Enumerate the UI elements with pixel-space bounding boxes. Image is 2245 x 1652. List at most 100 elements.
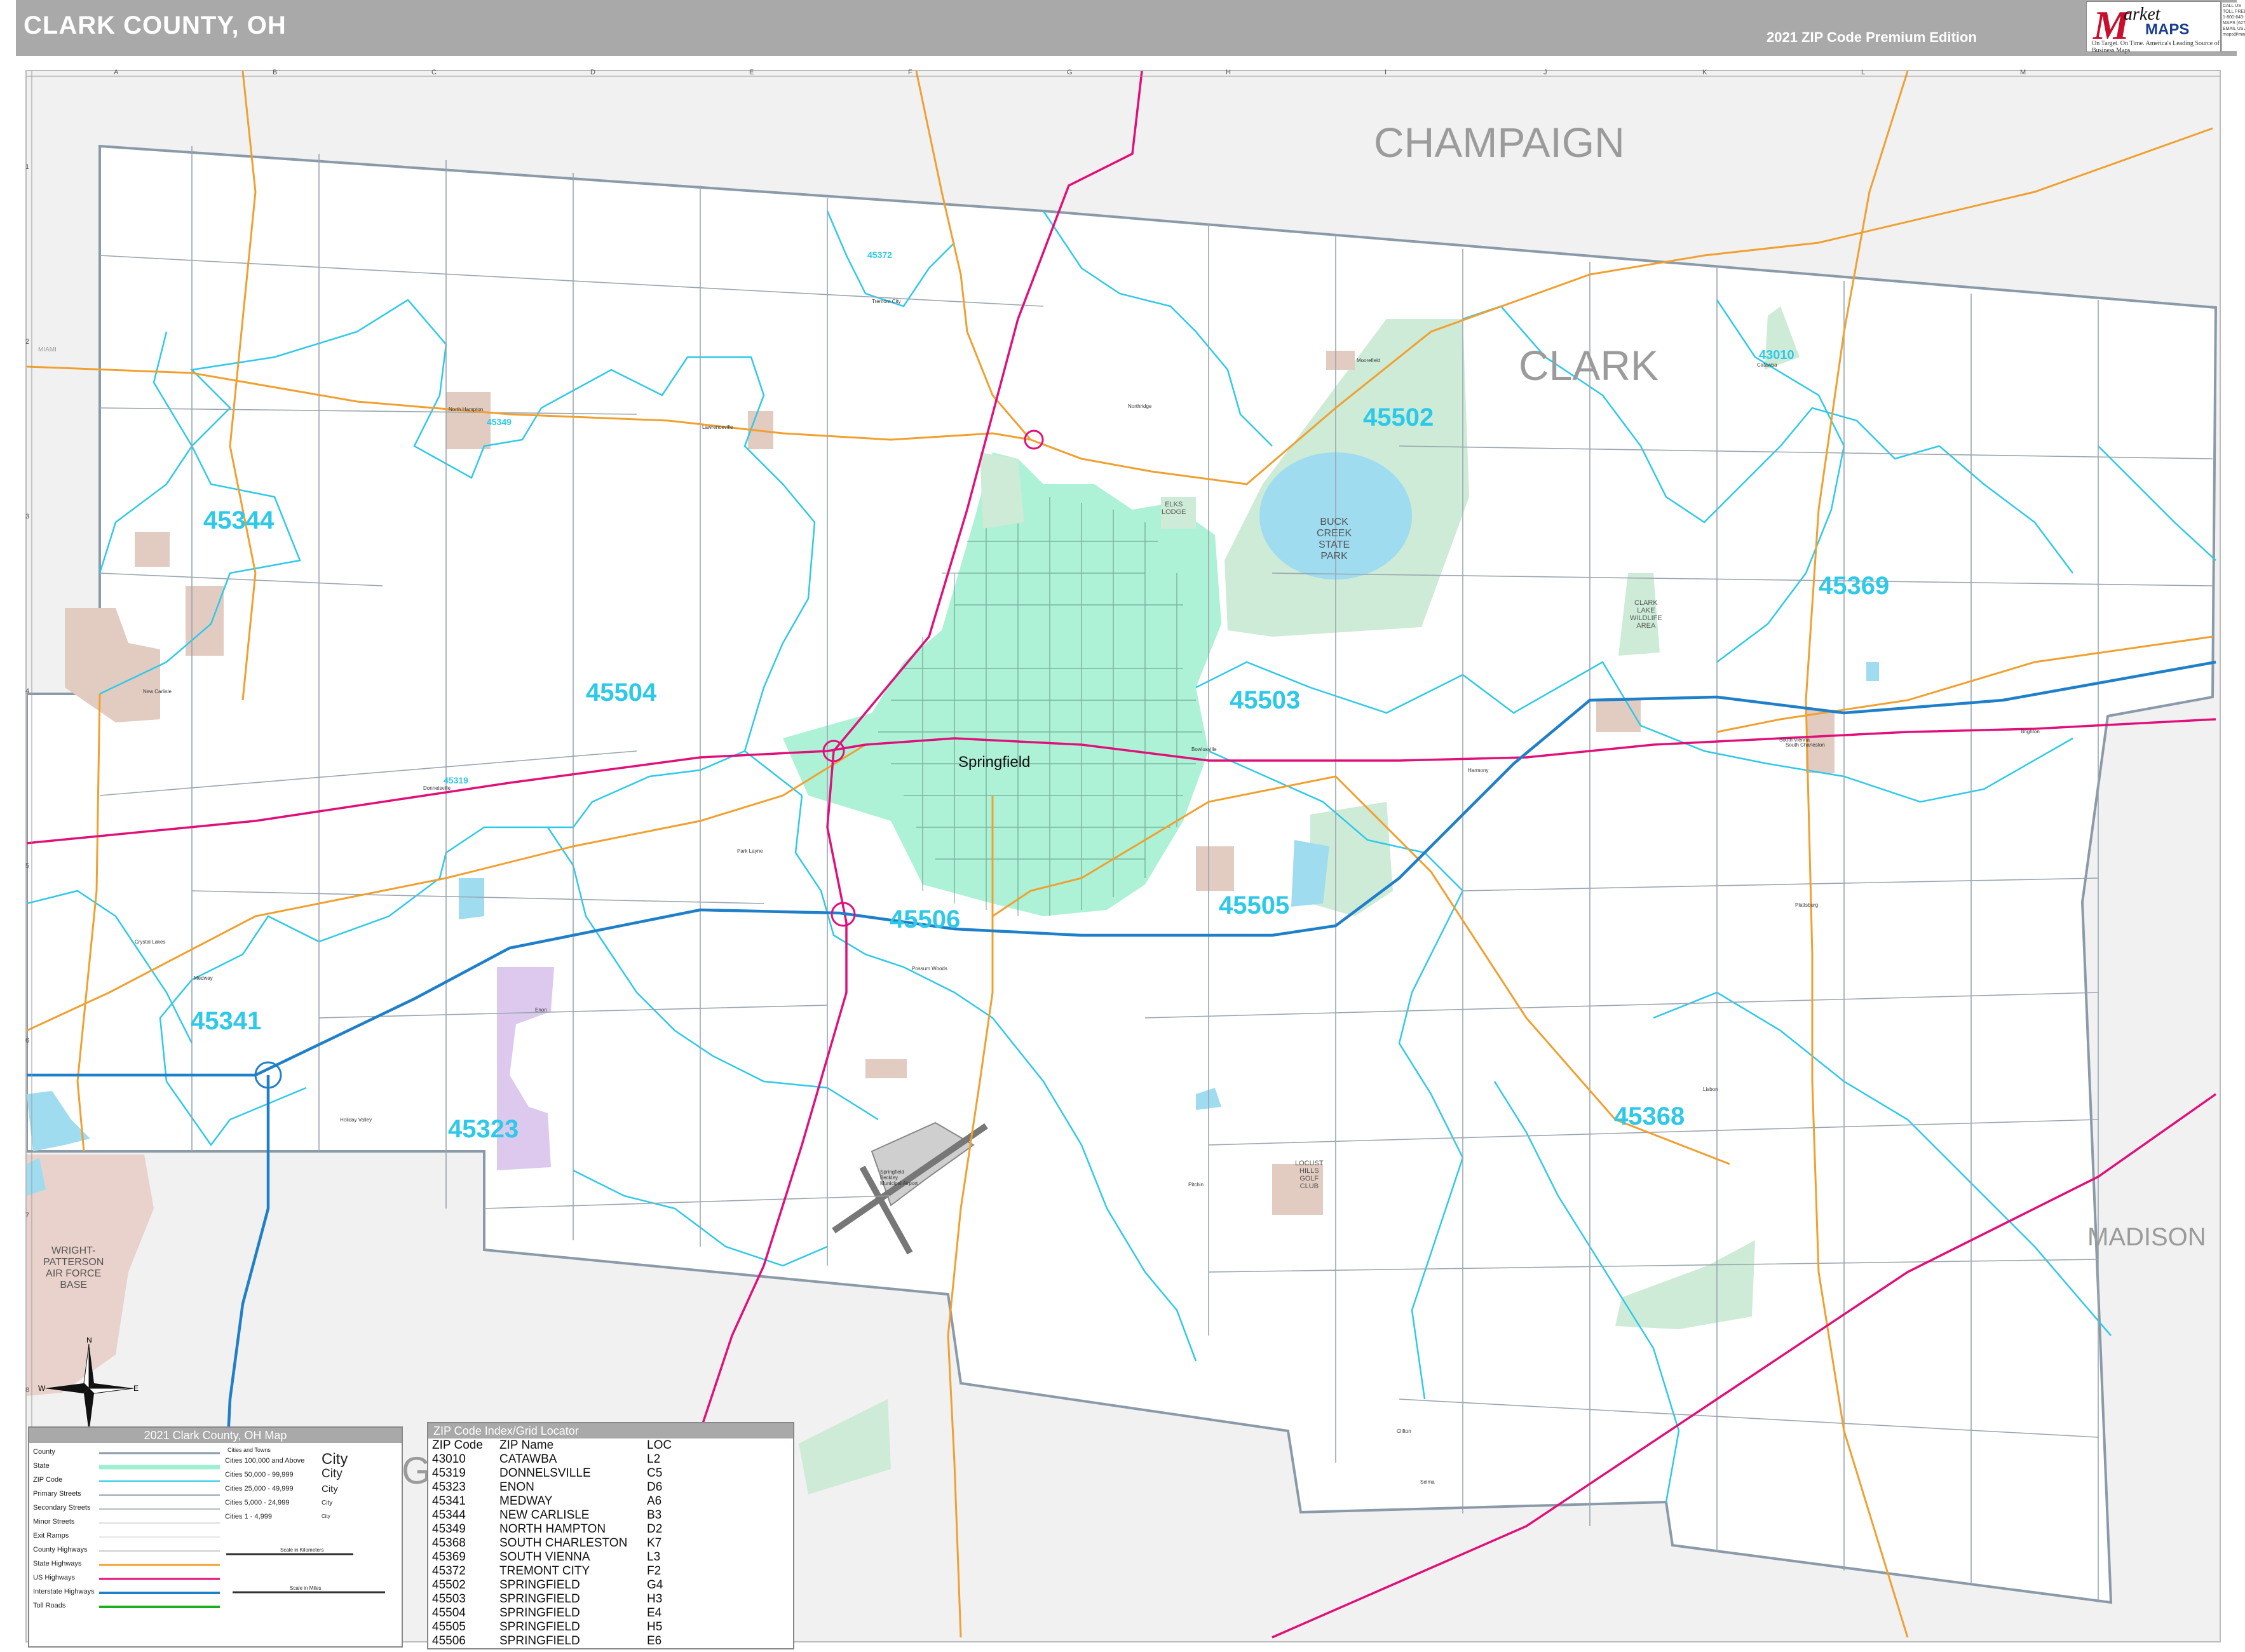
grid-letter: J	[1543, 69, 1547, 76]
zip-name-cell: SOUTH VIENNA	[499, 1550, 590, 1564]
map-legend: 2021 Clark County, OH Map County State Z…	[28, 1426, 403, 1648]
grid-letter: F	[908, 69, 912, 76]
place-label: Pitchin	[1188, 1182, 1204, 1188]
legend-city-item: Cities 50,000 - 99,999	[225, 1471, 294, 1479]
table-row: 45372 TREMONT CITY F2	[432, 1564, 672, 1578]
zip-name-cell: TREMONT CITY	[499, 1564, 590, 1578]
grid-letter: D	[590, 69, 595, 76]
grid-letter: C	[431, 69, 437, 76]
legend-city-item: Cities 5,000 - 24,999	[225, 1499, 290, 1506]
park-label-buck-creek: BUCK CREEK STATE PARK	[1317, 517, 1352, 562]
grid-number: 1	[25, 163, 30, 171]
zip-loc-cell: K7	[647, 1536, 662, 1550]
map-canvas	[27, 71, 2220, 1641]
zip-code-cell: 45502	[432, 1578, 466, 1592]
zip-loc-cell: D6	[647, 1480, 663, 1494]
county-label-madison: MADISON	[2087, 1223, 2206, 1251]
city-label-springfield: Springfield	[958, 754, 1031, 771]
logo-tagline: On Target. On Time. America's Leading So…	[2092, 40, 2220, 54]
zip-label-45504: 45504	[586, 679, 657, 707]
zip-code-cell: 45323	[432, 1480, 466, 1494]
grid-number: 7	[25, 1212, 30, 1219]
zip-label-45341: 45341	[191, 1007, 262, 1035]
zip-label-43010: 43010	[1759, 348, 1794, 362]
zip-index-header: ZIP Name	[499, 1439, 554, 1452]
svg-text:E: E	[133, 1384, 139, 1393]
grid-number: 6	[25, 1037, 30, 1045]
zip-label-45319: 45319	[444, 775, 468, 785]
grid-number: 8	[25, 1386, 30, 1394]
legend-city-sample: City	[322, 1467, 343, 1480]
legend-item: ZIP Code	[33, 1476, 63, 1484]
county-label-miami: MIAMI	[38, 346, 57, 353]
zip-index-title: ZIP Code Index/Grid Locator	[428, 1423, 793, 1439]
grid-number: 4	[25, 687, 30, 695]
legend-city-sample: City	[322, 1513, 330, 1519]
place-label: Springfield Beckley Municipal Airport	[880, 1169, 918, 1186]
zip-name-cell: SPRINGFIELD	[499, 1620, 580, 1634]
header-bar: CLARK COUNTY, OH 2021 ZIP Code Premium E…	[16, 0, 2245, 56]
zip-loc-cell: C5	[647, 1466, 663, 1480]
zip-loc-cell: A6	[647, 1494, 662, 1508]
zip-loc-cell: F2	[647, 1564, 661, 1578]
table-row: 45349 NORTH HAMPTON D2	[432, 1522, 672, 1536]
place-label: South Vienna	[1779, 737, 1810, 743]
legend-item: Secondary Streets	[33, 1504, 91, 1512]
zip-code-cell: 43010	[432, 1452, 466, 1466]
grid-number: 3	[25, 513, 30, 520]
place-label: North Hampton	[449, 407, 484, 412]
legend-item: Interstate Highways	[33, 1588, 95, 1595]
zip-code-cell: 45344	[432, 1508, 466, 1522]
grid-number: 2	[25, 338, 30, 346]
zip-code-cell: 45505	[432, 1620, 466, 1634]
legend-city-sample: City	[322, 1500, 333, 1506]
table-row: 45506 SPRINGFIELD E6	[432, 1634, 672, 1648]
park-label-locust-hills: LOCUST HILLS GOLF CLUB	[1295, 1160, 1324, 1190]
zip-label-45344: 45344	[203, 506, 275, 534]
zip-code-cell: 45341	[432, 1494, 466, 1508]
zip-name-cell: NEW CARLISLE	[499, 1508, 590, 1522]
zip-loc-cell: L3	[647, 1550, 661, 1564]
table-row: 45369 SOUTH VIENNA L3	[432, 1550, 672, 1564]
zip-loc-cell: H5	[647, 1620, 663, 1634]
zip-loc-cell: D2	[647, 1522, 663, 1536]
zip-code-cell: 45369	[432, 1550, 466, 1564]
zip-code-index: ZIP Code Index/Grid Locator ZIP Code ZIP…	[427, 1422, 794, 1649]
place-label: Lawrenceville	[702, 424, 733, 430]
place-label: Donnelsville	[423, 785, 451, 791]
legend-city-item: Cities 100,000 and Above	[225, 1457, 305, 1465]
place-label: Northridge	[1128, 403, 1152, 409]
legend-item: Primary Streets	[33, 1490, 81, 1498]
contact-line: maps@marketmaps.com	[2223, 32, 2245, 37]
contact-box: CALL US TOLL FREE 1-800-643-MAPS (6277) …	[2222, 3, 2245, 51]
table-row: 45503 SPRINGFIELD H3	[432, 1592, 672, 1606]
table-row: 45368 SOUTH CHARLESTON K7	[432, 1536, 672, 1550]
place-label: Tremont City	[872, 299, 901, 304]
legend-cities-header: Cities and Towns	[227, 1447, 271, 1453]
table-row: 45505 SPRINGFIELD H5	[432, 1620, 672, 1634]
place-label: Medway	[194, 975, 213, 981]
park-label-elks-lodge: ELKS LODGE	[1162, 501, 1186, 516]
place-label: Moorefield	[1357, 358, 1381, 363]
place-label: Bowlusville	[1191, 747, 1217, 752]
legend-city-sample: City	[322, 1484, 338, 1494]
market-maps-logo: M arket MAPS On Target. On Time. America…	[2086, 1, 2221, 54]
grid-letter: M	[2020, 69, 2026, 76]
grid-letter: G	[1067, 69, 1073, 76]
zip-label-45502: 45502	[1363, 403, 1434, 431]
zip-index-header-row: ZIP Code ZIP Name LOC	[432, 1439, 672, 1452]
svg-text:N: N	[86, 1337, 92, 1344]
legend-title: 2021 Clark County, OH Map	[29, 1428, 402, 1443]
zip-name-cell: SOUTH CHARLESTON	[499, 1536, 628, 1550]
zip-label-45323: 45323	[448, 1115, 519, 1143]
legend-item: Toll Roads	[33, 1602, 66, 1609]
park-label-wright-patterson: WRIGHT- PATTERSON AIR FORCE BASE	[43, 1245, 104, 1290]
zip-label-45369: 45369	[1819, 572, 1890, 600]
place-label: Brighton	[2021, 729, 2040, 735]
place-label: Enon	[535, 1007, 547, 1013]
map-frame: A B C D E F G H I J K L M 1 2 3 4 5 6 7 …	[25, 69, 2221, 1642]
legend-symbols	[99, 1452, 385, 1608]
zip-code-cell: 45349	[432, 1522, 466, 1536]
table-row: 43010 CATAWBA L2	[432, 1452, 672, 1466]
place-label: Possum Woods	[912, 966, 947, 972]
